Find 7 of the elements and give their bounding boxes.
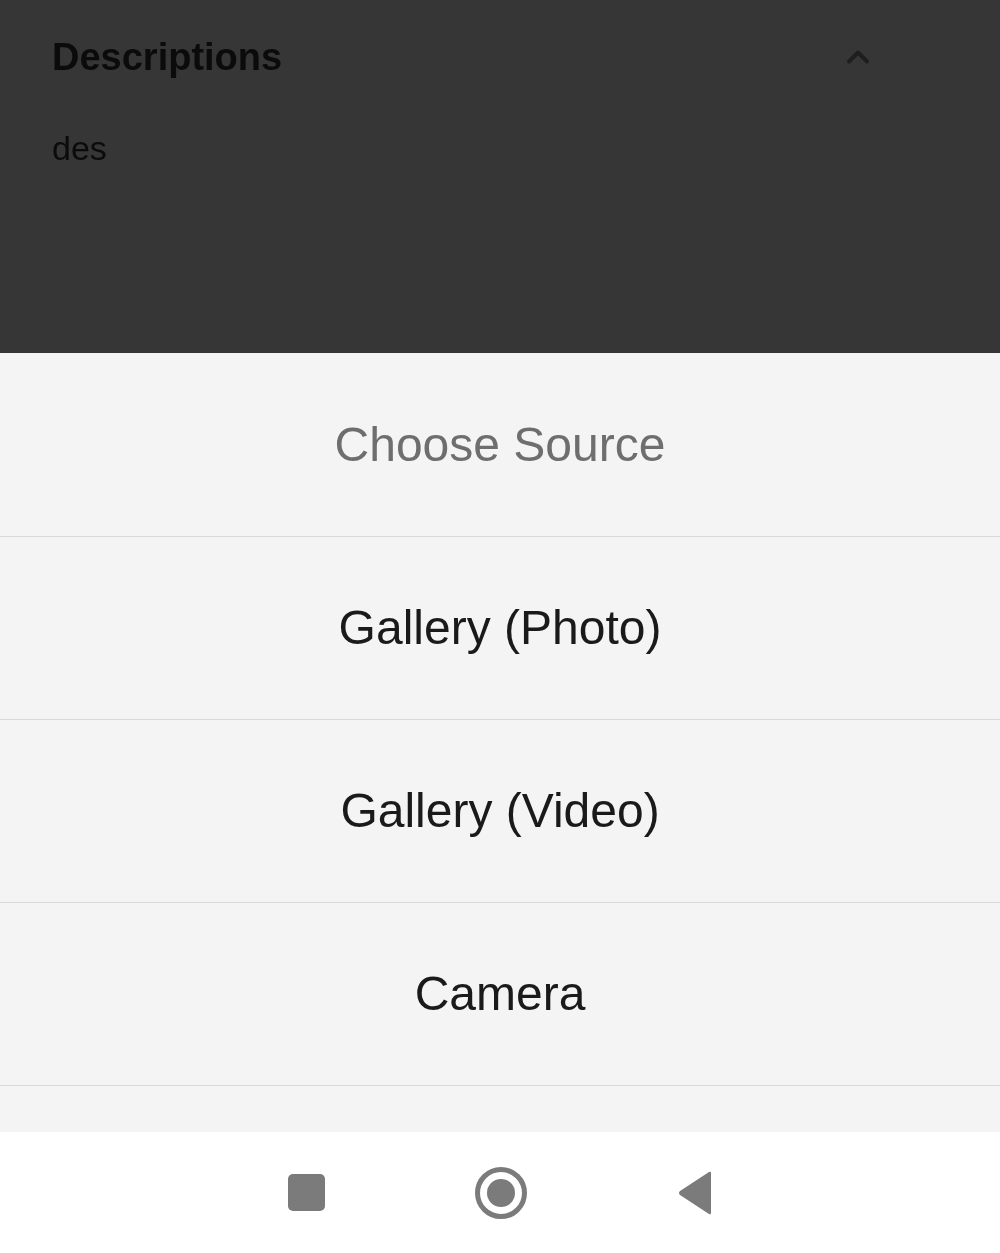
source-option[interactable]: Gallery (Photo) — [0, 537, 1000, 720]
back-icon[interactable] — [676, 1170, 713, 1215]
source-option[interactable]: Gallery (Video) — [0, 720, 1000, 903]
sheet-title: Choose Source — [334, 416, 666, 473]
recent-apps-icon[interactable] — [287, 1174, 325, 1211]
home-icon[interactable] — [474, 1166, 527, 1219]
source-option[interactable]: Camera — [0, 903, 1000, 1086]
